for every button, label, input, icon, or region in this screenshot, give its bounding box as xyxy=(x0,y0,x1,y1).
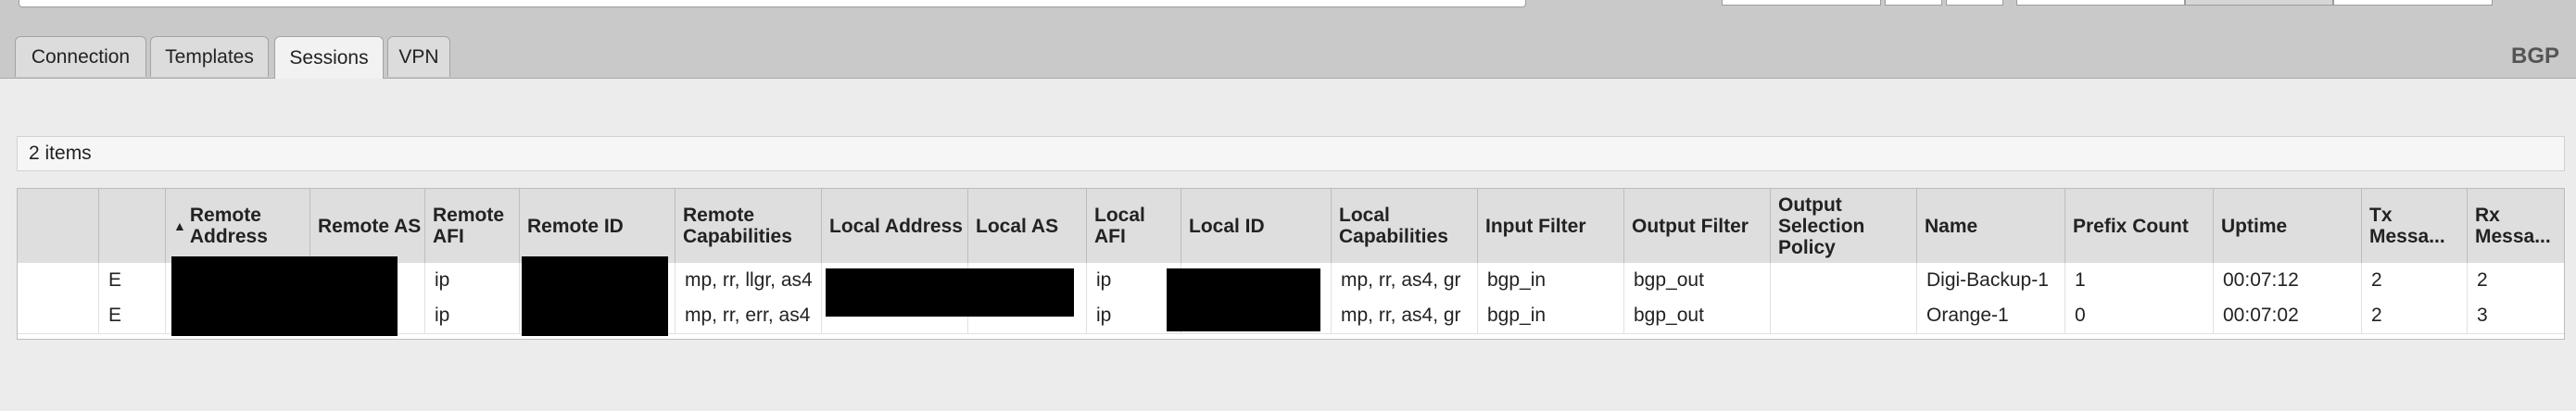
items-count-bar: 2 items xyxy=(17,136,2565,171)
tab-templates[interactable]: Templates xyxy=(150,36,269,77)
redaction-remote-address-as xyxy=(171,256,398,336)
col-header-tx-messages[interactable]: Tx Messa... xyxy=(2362,189,2468,263)
col-header-output-filter[interactable]: Output Filter xyxy=(1624,189,1771,263)
cell-input-filter: bgp_in xyxy=(1478,263,1624,298)
cell-rx-messages: 3 xyxy=(2477,305,2488,326)
sort-ascending-icon: ▲ xyxy=(173,218,186,233)
tab-vpn[interactable]: VPN xyxy=(387,36,450,77)
col-header-local-afi[interactable]: Local AFI xyxy=(1087,189,1181,263)
col-header-local-as[interactable]: Local AS xyxy=(968,189,1087,263)
col-header-prefix-count[interactable]: Prefix Count xyxy=(2065,189,2214,263)
cell-output-filter: bgp_out xyxy=(1624,298,1771,333)
col-header-select[interactable] xyxy=(18,189,99,263)
col-header-flags[interactable] xyxy=(99,189,166,263)
cell-local-capabilities: mp, rr, as4, gr xyxy=(1332,263,1478,298)
top-field-3[interactable] xyxy=(1946,0,2003,6)
col-header-remote-afi[interactable]: Remote AFI xyxy=(425,189,520,263)
top-text-field[interactable] xyxy=(19,0,1526,7)
top-field-1[interactable] xyxy=(1722,0,1881,6)
top-field-5[interactable] xyxy=(2185,0,2333,6)
table-header-row: ▲ Remote Address Remote AS Remote AFI Rem… xyxy=(18,189,2564,264)
cell-remote-capabilities: mp, rr, llgr, as4 xyxy=(676,263,822,298)
tab-sessions[interactable]: Sessions xyxy=(274,36,384,79)
tab-strip: Connection Templates Sessions VPN BGP xyxy=(0,34,2576,79)
col-header-remote-id[interactable]: Remote ID xyxy=(520,189,676,263)
top-field-4[interactable] xyxy=(2016,0,2185,6)
top-field-6[interactable] xyxy=(2333,0,2493,6)
col-header-local-address[interactable]: Local Address xyxy=(822,189,968,263)
cell-select xyxy=(18,263,99,298)
cell-remote-capabilities: mp, rr, err, as4 xyxy=(676,298,822,333)
cell-uptime: 00:07:02 xyxy=(2214,298,2362,333)
cell-flags: E xyxy=(99,263,166,298)
col-header-remote-as[interactable]: Remote AS xyxy=(310,189,425,263)
cell-name: Digi-Backup-1 xyxy=(1917,263,2065,298)
cell-input-filter: bgp_in xyxy=(1478,298,1624,333)
cell-name: Orange-1 xyxy=(1917,298,2065,333)
redaction-local-id xyxy=(1167,268,1320,331)
cell-tx-messages: 2 xyxy=(2362,263,2468,298)
cell-output-selection-policy xyxy=(1771,263,1917,298)
redaction-local-address-as xyxy=(826,268,1074,317)
cell-output-filter: bgp_out xyxy=(1624,263,1771,298)
top-field-2[interactable] xyxy=(1885,0,1942,6)
col-header-uptime[interactable]: Uptime xyxy=(2214,189,2362,263)
col-header-local-id[interactable]: Local ID xyxy=(1181,189,1332,263)
col-header-rx-messages[interactable]: Rx Messa... xyxy=(2468,189,2564,263)
cell-tx-messages: 2 xyxy=(2362,298,2468,333)
col-header-output-selection-policy[interactable]: Output Selection Policy xyxy=(1771,189,1917,263)
cell-local-capabilities: mp, rr, as4, gr xyxy=(1332,298,1478,333)
cell-rx-messages: 2 xyxy=(2477,269,2488,291)
items-count: 2 items xyxy=(29,143,92,164)
cell-remote-afi: ip xyxy=(425,298,520,333)
cell-prefix-count: 1 xyxy=(2065,263,2214,298)
cell-prefix-count: 0 xyxy=(2065,298,2214,333)
redaction-remote-id xyxy=(522,256,668,336)
col-header-remote-address[interactable]: ▲ Remote Address xyxy=(166,189,310,263)
cell-remote-afi: ip xyxy=(425,263,520,298)
tab-connection[interactable]: Connection xyxy=(15,36,146,77)
cell-flags: E xyxy=(99,298,166,333)
col-header-name[interactable]: Name xyxy=(1917,189,2065,263)
cell-output-selection-policy xyxy=(1771,298,1917,333)
col-header-local-capabilities[interactable]: Local Capabilities xyxy=(1332,189,1478,263)
window-title: BGP xyxy=(2510,44,2559,68)
top-toolbar xyxy=(0,0,2576,34)
col-header-input-filter[interactable]: Input Filter xyxy=(1478,189,1624,263)
col-header-remote-capabilities[interactable]: Remote Capabilities xyxy=(676,189,822,263)
cell-uptime: 00:07:12 xyxy=(2214,263,2362,298)
sessions-table: ▲ Remote Address Remote AS Remote AFI Rem… xyxy=(17,188,2565,340)
bgp-window: Connection Templates Sessions VPN BGP 2 … xyxy=(0,0,2576,411)
cell-select xyxy=(18,298,99,333)
